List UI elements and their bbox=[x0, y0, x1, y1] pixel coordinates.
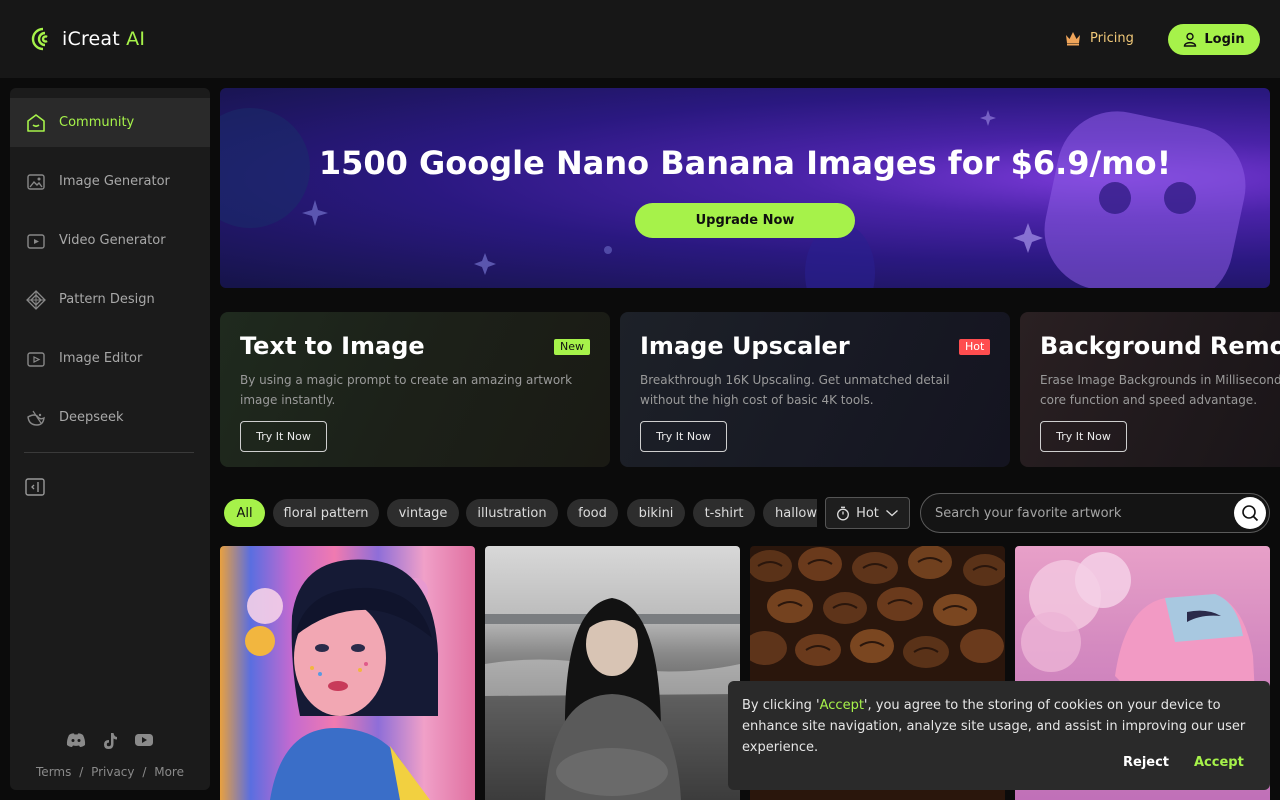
search-button[interactable] bbox=[1234, 497, 1266, 529]
try-it-now-button[interactable]: Try It Now bbox=[1040, 421, 1127, 452]
timer-icon bbox=[837, 506, 850, 520]
tiktok-icon[interactable] bbox=[102, 732, 118, 750]
pattern-icon bbox=[26, 289, 46, 310]
accept-cookies-button[interactable]: Accept bbox=[1194, 755, 1244, 770]
gallery-item-beach-portrait[interactable] bbox=[485, 546, 740, 800]
tag-halloween[interactable]: halloween bbox=[763, 499, 817, 527]
sidebar: Community Image Generator Video Generato… bbox=[10, 88, 210, 790]
search-icon bbox=[1242, 505, 1259, 522]
card-description: By using a magic prompt to create an ama… bbox=[240, 373, 573, 407]
login-button[interactable]: Login bbox=[1168, 24, 1260, 55]
sidebar-item-video-generator[interactable]: Video Generator bbox=[10, 216, 210, 265]
user-icon bbox=[1184, 32, 1197, 47]
pricing-link[interactable]: Pricing bbox=[1064, 30, 1134, 46]
top-header: iCreat AI Pricing Login bbox=[0, 0, 1280, 78]
banner-decoration bbox=[220, 108, 1246, 288]
image-generator-icon bbox=[27, 173, 45, 190]
card-title: Image Upscaler bbox=[640, 332, 850, 360]
sidebar-item-pattern-design[interactable]: Pattern Design bbox=[10, 275, 210, 324]
footer-separator: / bbox=[142, 765, 147, 779]
search-bar bbox=[920, 493, 1270, 533]
try-it-now-button[interactable]: Try It Now bbox=[240, 421, 327, 452]
sidebar-item-label: Deepseek bbox=[59, 410, 124, 425]
sort-selected-value: Hot bbox=[856, 505, 879, 521]
sidebar-item-image-generator[interactable]: Image Generator bbox=[10, 157, 210, 206]
logo[interactable]: iCreat AI bbox=[28, 26, 145, 52]
pricing-label: Pricing bbox=[1090, 30, 1134, 46]
sidebar-item-image-editor[interactable]: Image Editor bbox=[10, 334, 210, 383]
feature-card-image-upscaler[interactable]: Image Upscaler Hot Breakthrough 16K Upsc… bbox=[620, 312, 1010, 467]
logo-icon bbox=[31, 27, 48, 51]
privacy-link[interactable]: Privacy bbox=[91, 765, 134, 779]
try-it-now-button[interactable]: Try It Now bbox=[640, 421, 727, 452]
tag-all[interactable]: All bbox=[224, 499, 265, 527]
card-title: Text to Image bbox=[240, 332, 425, 360]
footer-links: Terms / Privacy / More bbox=[10, 765, 210, 779]
tag-vintage[interactable]: vintage bbox=[387, 499, 459, 527]
home-icon bbox=[27, 113, 45, 132]
card-title: Background Remover bbox=[1040, 332, 1280, 360]
social-links bbox=[10, 732, 210, 750]
sidebar-item-label: Video Generator bbox=[59, 233, 166, 248]
cookie-message: By clicking 'Accept', you agree to the s… bbox=[742, 698, 1246, 755]
youtube-icon[interactable] bbox=[134, 732, 154, 748]
card-description: Erase Image Backgrounds in Milliseconds:… bbox=[1040, 373, 1280, 407]
discord-icon[interactable] bbox=[66, 732, 86, 748]
hot-badge: Hot bbox=[959, 339, 991, 355]
cookie-consent-banner: By clicking 'Accept', you agree to the s… bbox=[728, 681, 1270, 790]
chevron-down-icon bbox=[885, 510, 898, 517]
promo-banner[interactable]: 1500 Google Nano Banana Images for $6.9/… bbox=[220, 88, 1270, 288]
artwork-image bbox=[245, 559, 438, 800]
tag-floral-pattern[interactable]: floral pattern bbox=[273, 499, 379, 527]
footer-separator: / bbox=[79, 765, 84, 779]
reject-cookies-button[interactable]: Reject bbox=[1123, 755, 1169, 770]
tag-food[interactable]: food bbox=[567, 499, 618, 527]
logo-text: iCreat AI bbox=[62, 28, 146, 50]
sidebar-item-community[interactable]: Community bbox=[10, 98, 210, 147]
new-badge: New bbox=[554, 339, 590, 355]
sort-select[interactable]: Hot bbox=[825, 497, 910, 529]
banner-title: 1500 Google Nano Banana Images for $6.9/… bbox=[318, 144, 1172, 182]
video-generator-icon bbox=[27, 233, 45, 249]
sidebar-item-label: Image Generator bbox=[59, 174, 170, 189]
cookie-accept-highlight: Accept bbox=[819, 698, 864, 713]
artwork-image bbox=[485, 598, 740, 800]
tag-filter-bar: All floral pattern vintage illustration … bbox=[220, 495, 817, 531]
terms-link[interactable]: Terms bbox=[36, 765, 71, 779]
login-label: Login bbox=[1204, 32, 1245, 47]
deepseek-icon bbox=[27, 410, 45, 426]
sidebar-item-label: Pattern Design bbox=[59, 292, 155, 307]
card-description: Breakthrough 16K Upscaling. Get unmatche… bbox=[640, 373, 950, 407]
image-editor-icon bbox=[27, 351, 45, 367]
upgrade-now-button[interactable]: Upgrade Now bbox=[635, 203, 855, 238]
collapse-sidebar-button[interactable] bbox=[25, 478, 45, 500]
sidebar-item-label: Image Editor bbox=[59, 351, 143, 366]
sidebar-item-label: Community bbox=[59, 115, 135, 130]
crown-icon bbox=[1066, 32, 1080, 46]
gallery-item-colorful-portrait[interactable] bbox=[220, 546, 475, 800]
feature-card-background-remover[interactable]: Background Remover Erase Image Backgroun… bbox=[1020, 312, 1280, 467]
more-link[interactable]: More bbox=[154, 765, 184, 779]
sidebar-toggle-icon bbox=[25, 478, 45, 496]
search-input[interactable] bbox=[935, 502, 1225, 524]
sidebar-divider bbox=[24, 452, 194, 453]
tag-t-shirt[interactable]: t-shirt bbox=[693, 499, 755, 527]
tag-bikini[interactable]: bikini bbox=[627, 499, 685, 527]
feature-card-text-to-image[interactable]: Text to Image New By using a magic promp… bbox=[220, 312, 610, 467]
tag-illustration[interactable]: illustration bbox=[466, 499, 558, 527]
sidebar-item-deepseek[interactable]: Deepseek bbox=[10, 393, 210, 442]
